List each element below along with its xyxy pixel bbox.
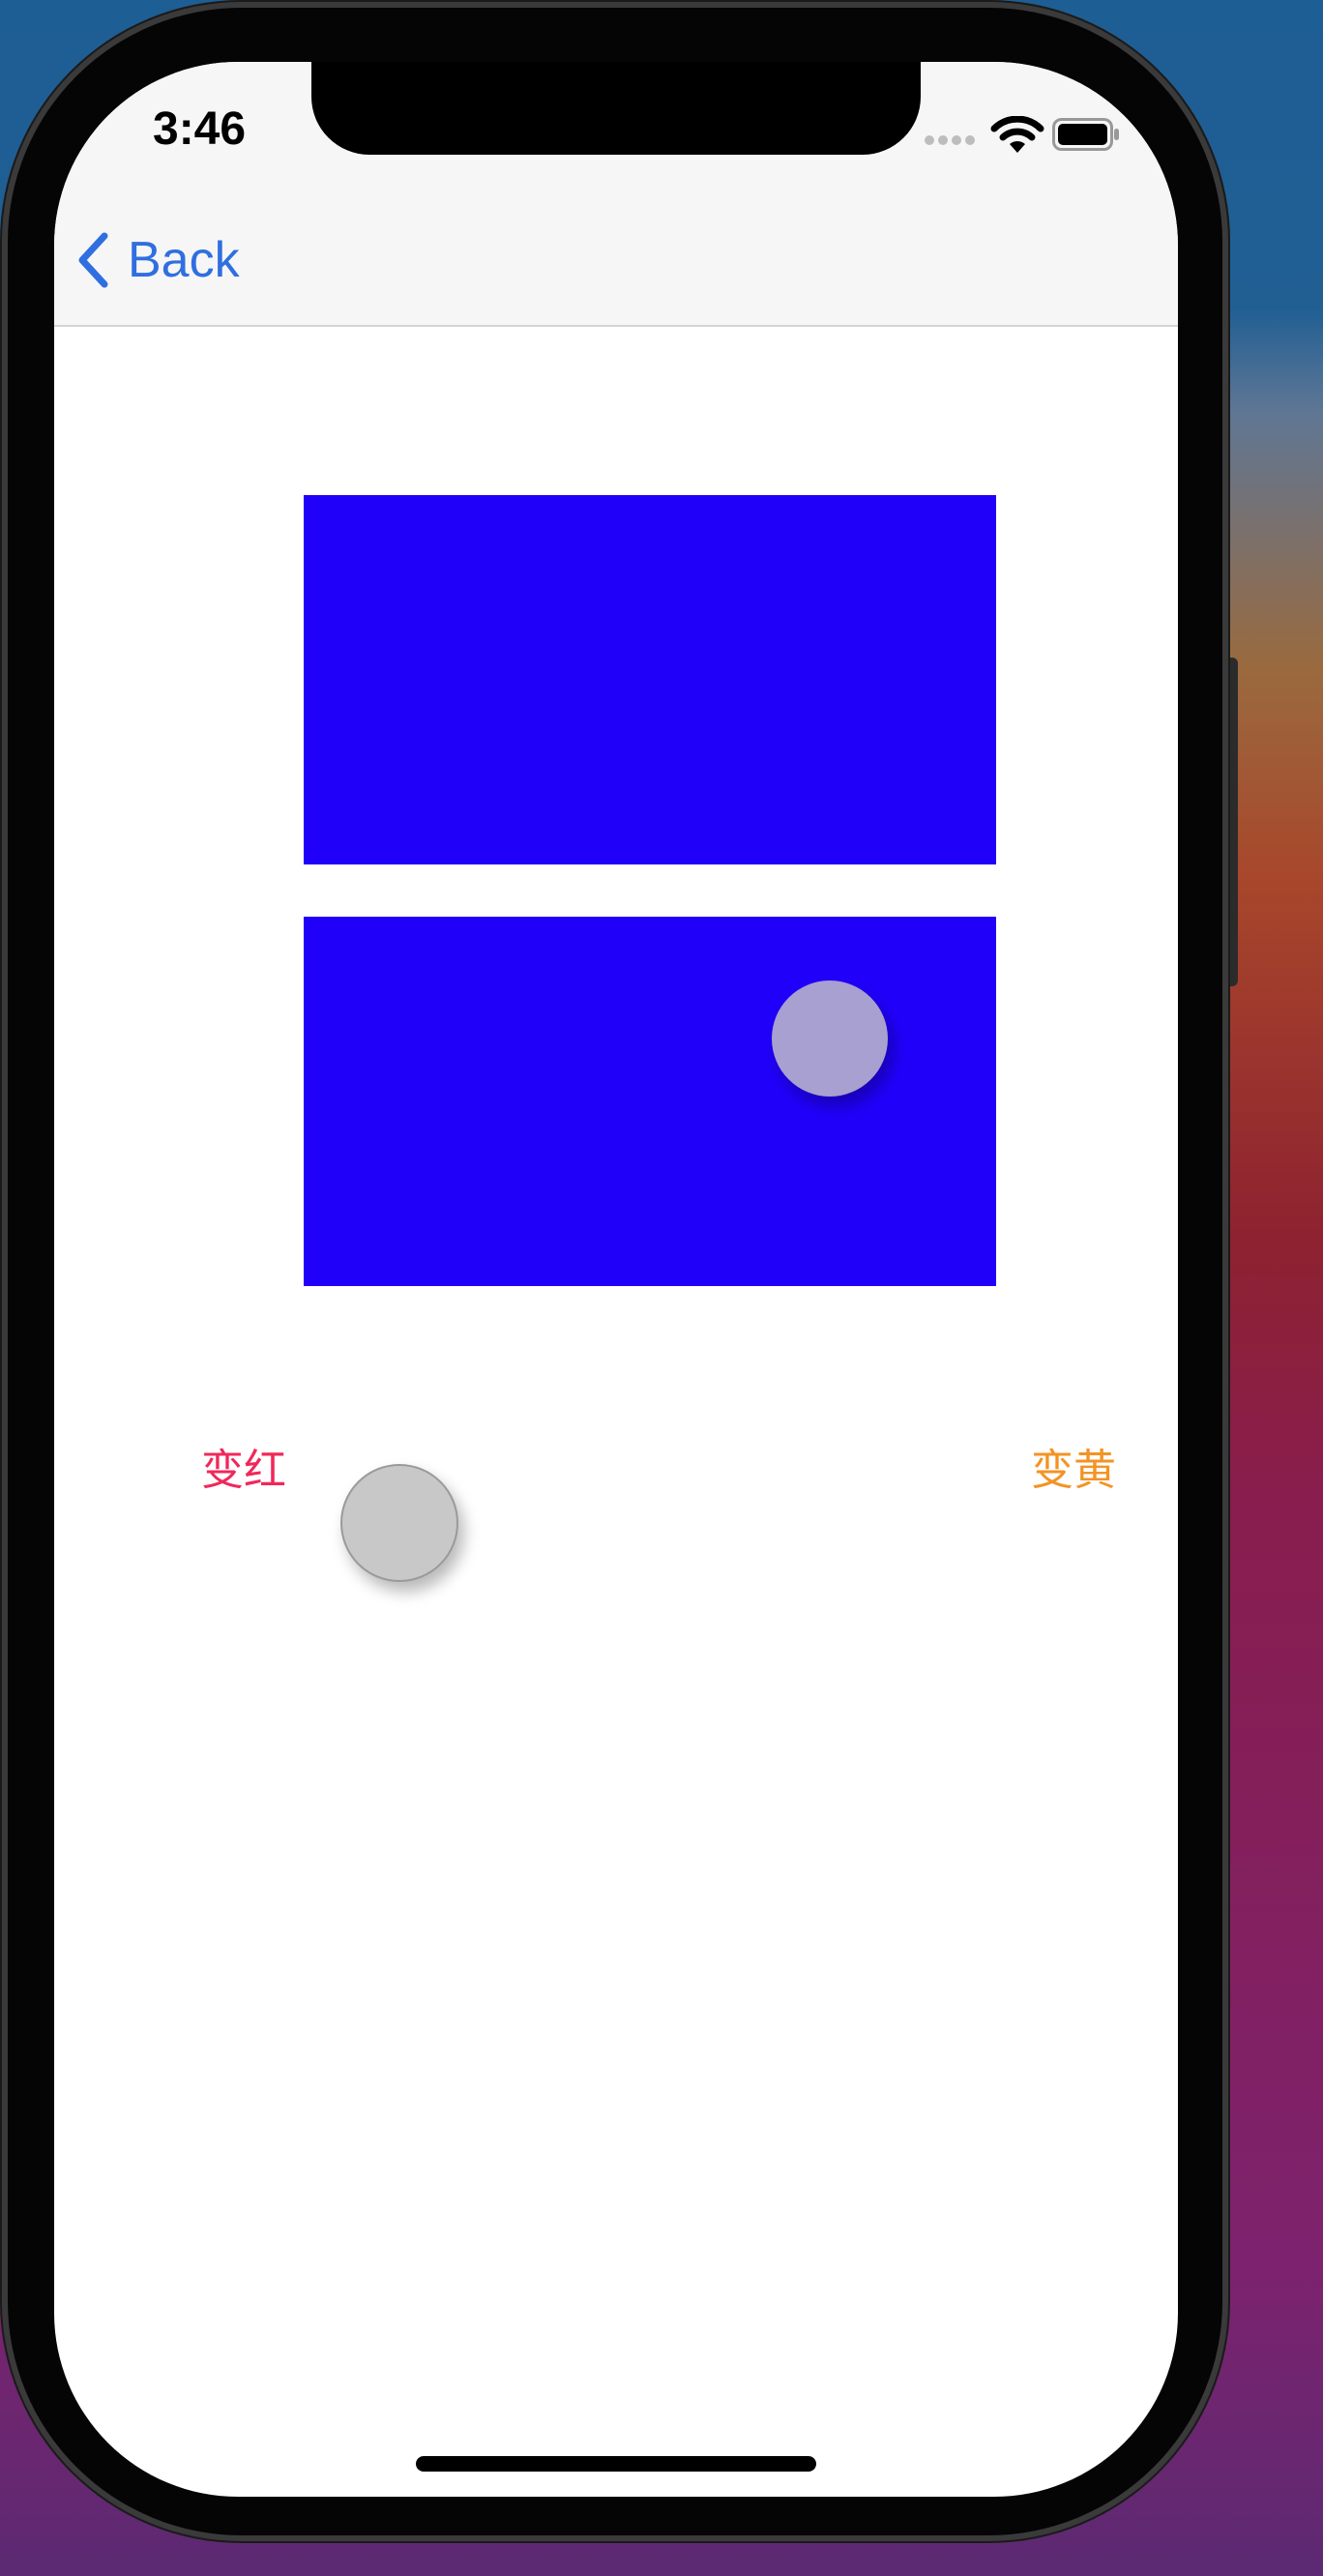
status-time: 3:46: [153, 103, 247, 155]
signal-dots-icon: [925, 135, 977, 149]
drag-knob-grey[interactable]: [340, 1464, 458, 1582]
phone-notch: [311, 62, 921, 155]
phone-frame: 3:46 Back 变红 变黄: [0, 0, 1230, 2543]
back-label: Back: [128, 232, 240, 288]
drag-knob-light[interactable]: [772, 981, 888, 1097]
home-indicator[interactable]: [416, 2456, 816, 2472]
battery-icon: [1052, 118, 1119, 151]
blue-rect-bottom[interactable]: [304, 917, 996, 1286]
wifi-icon: [990, 116, 1044, 153]
make-yellow-button[interactable]: 变黄: [1031, 1435, 1116, 1497]
chevron-left-icon: [78, 232, 108, 288]
back-button[interactable]: Back: [75, 226, 240, 294]
make-red-button[interactable]: 变红: [201, 1435, 286, 1497]
phone-bezel: 3:46 Back 变红 变黄: [8, 8, 1222, 2535]
phone-screen: 3:46 Back 变红 变黄: [54, 62, 1178, 2497]
blue-rect-top: [304, 495, 996, 864]
